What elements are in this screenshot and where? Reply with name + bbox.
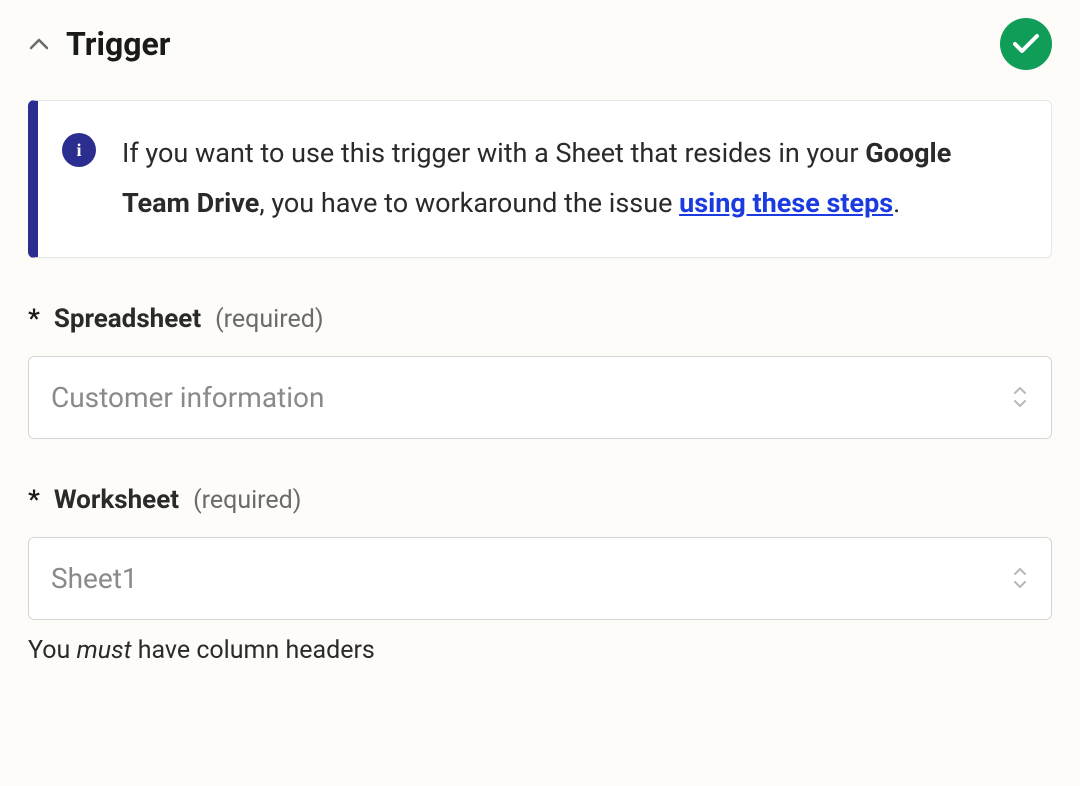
helper-post: have column headers xyxy=(132,636,375,665)
info-icon: i xyxy=(62,133,96,167)
worksheet-helper-text: You must have column headers xyxy=(28,636,1052,665)
checkmark-icon xyxy=(1012,33,1040,55)
section-header: Trigger xyxy=(0,0,1080,70)
info-text-suffix: . xyxy=(893,187,900,219)
worksheet-label-row: * Worksheet (required) xyxy=(28,485,1052,515)
info-text: If you want to use this trigger with a S… xyxy=(122,129,1017,229)
info-callout: i If you want to use this trigger with a… xyxy=(28,100,1052,258)
required-asterisk: * xyxy=(28,304,40,334)
header-left: Trigger xyxy=(28,25,171,63)
spreadsheet-label-row: * Spreadsheet (required) xyxy=(28,304,1052,334)
info-text-mid: , you have to workaround the issue xyxy=(259,187,679,219)
status-success-badge xyxy=(1000,18,1052,70)
worksheet-value: Sheet1 xyxy=(51,562,138,595)
helper-italic: must xyxy=(76,636,131,665)
spreadsheet-label: Spreadsheet xyxy=(54,304,201,334)
worksheet-select[interactable]: Sheet1 xyxy=(28,537,1052,620)
spreadsheet-required: (required) xyxy=(215,305,323,334)
spreadsheet-value: Customer information xyxy=(51,381,324,414)
worksheet-field-group: * Worksheet (required) Sheet1 You must h… xyxy=(28,485,1052,665)
select-arrows-icon xyxy=(1011,384,1029,410)
worksheet-label: Worksheet xyxy=(54,485,179,515)
section-content: i If you want to use this trigger with a… xyxy=(0,70,1080,665)
section-title: Trigger xyxy=(66,25,171,63)
spreadsheet-select[interactable]: Customer information xyxy=(28,356,1052,439)
info-link[interactable]: using these steps xyxy=(679,187,893,219)
helper-pre: You xyxy=(28,636,76,665)
spreadsheet-field-group: * Spreadsheet (required) Customer inform… xyxy=(28,304,1052,439)
worksheet-required: (required) xyxy=(193,486,301,515)
select-arrows-icon xyxy=(1011,565,1029,591)
chevron-up-icon[interactable] xyxy=(28,33,50,55)
info-text-prefix: If you want to use this trigger with a S… xyxy=(122,137,865,169)
required-asterisk: * xyxy=(28,485,40,515)
